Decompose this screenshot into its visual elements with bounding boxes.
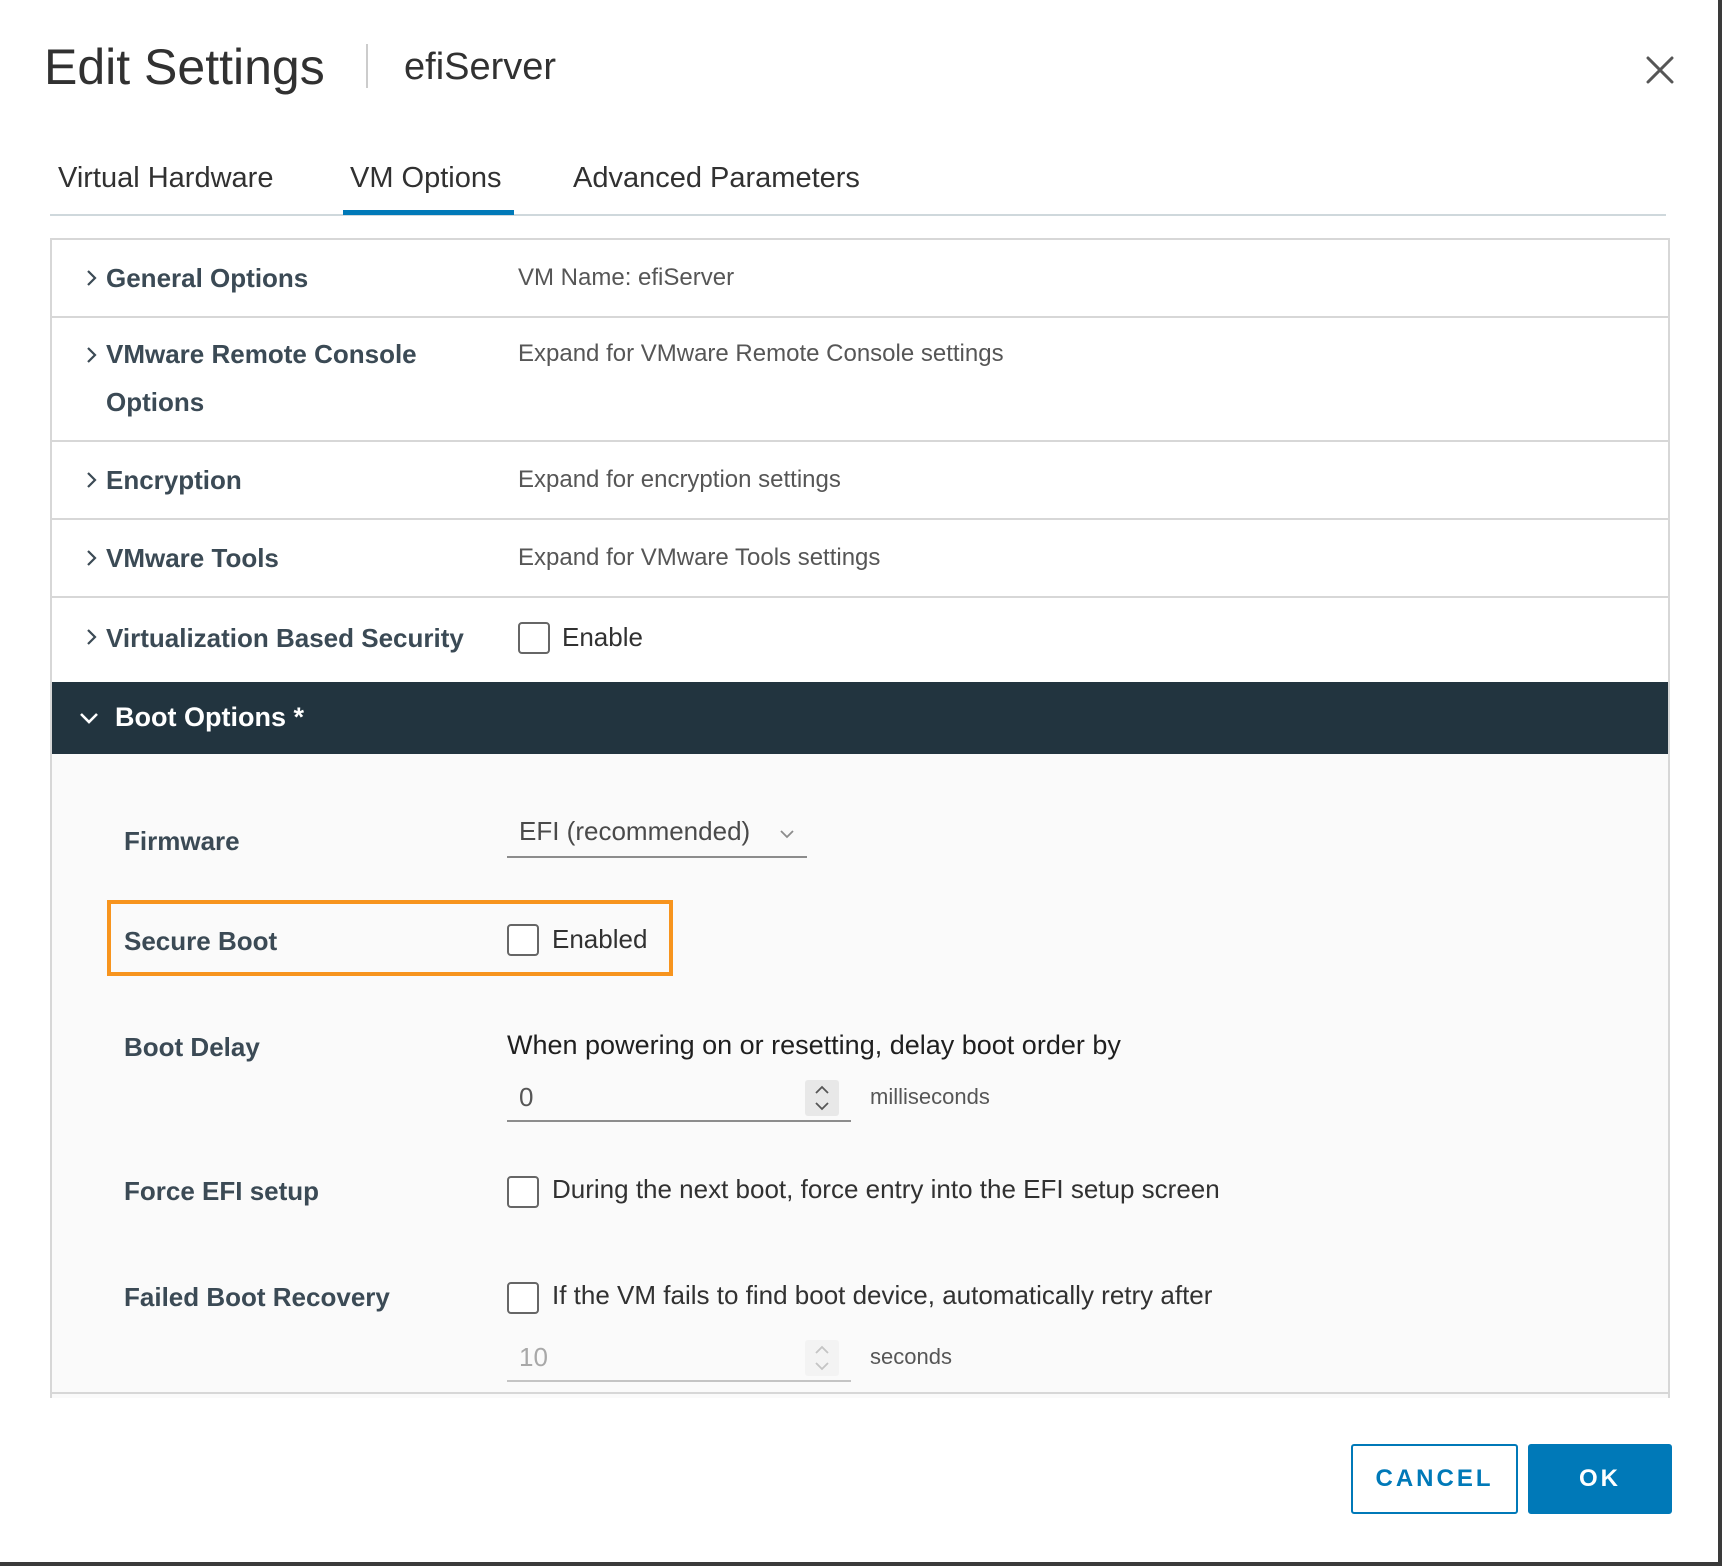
section-label-line1: VMware Remote Console [106,339,417,369]
section-value: Expand for VMware Remote Console setting… [518,340,1004,367]
section-value: VM Name: efiServer [518,264,735,291]
section-encryption[interactable]: Encryption Expand for encryption setting… [52,442,1668,520]
section-label: Virtualization Based Security [106,623,464,653]
section-vbs[interactable]: Virtualization Based Security Enable [52,598,1668,684]
section-value: Expand for VMware Tools settings [518,544,881,571]
chevron-right-icon [87,550,97,566]
boot-delay-unit: milliseconds [870,1084,990,1109]
vm-options-panel: General Options VM Name: efiServer VMwar… [50,238,1670,1398]
boot-options-title: Boot Options * [115,702,304,732]
force-efi-checkbox[interactable] [507,1176,539,1208]
chevron-down-icon [780,830,794,839]
failed-boot-spinner[interactable] [805,1340,839,1376]
secure-boot-checkbox-label: Enabled [552,924,648,954]
firmware-select[interactable]: EFI (recommended) [507,812,807,858]
section-label-line2: Options [106,387,205,417]
section-vmware-tools[interactable]: VMware Tools Expand for VMware Tools set… [52,520,1668,598]
vbs-enable-checkbox[interactable] [518,622,550,654]
force-efi-label: Force EFI setup [124,1176,320,1206]
failed-boot-checkbox[interactable] [507,1282,539,1314]
chevron-right-icon [87,270,97,286]
secure-boot-checkbox[interactable] [507,924,539,956]
chevron-right-icon [87,629,97,645]
vbs-enable-label: Enable [562,622,643,652]
window-edge-right [1718,0,1722,1566]
firmware-label: Firmware [124,826,240,856]
boot-delay-description: When powering on or resetting, delay boo… [507,1030,1121,1060]
tab-bar: Virtual Hardware VM Options Advanced Par… [50,150,1666,216]
section-value: Expand for encryption settings [518,466,841,493]
close-icon[interactable] [1640,50,1680,90]
failed-boot-recovery-label: Failed Boot Recovery [124,1282,390,1312]
failed-boot-unit: seconds [870,1344,952,1369]
panel-bottom-divider [52,1392,1668,1394]
failed-boot-retry-value: 10 [519,1342,548,1372]
section-label: VMware Tools [106,543,279,573]
active-tab-indicator [343,210,514,215]
tab-vm-options[interactable]: VM Options [350,162,502,195]
force-efi-checkbox-label: During the next boot, force entry into t… [552,1174,1220,1204]
chevron-right-icon [87,472,97,488]
spinner-arrows-icon [815,1085,829,1111]
boot-delay-label: Boot Delay [124,1032,260,1062]
section-label: General Options [106,263,309,293]
section-remote-console[interactable]: VMware Remote Console Options Expand for… [52,318,1668,442]
firmware-selected-value: EFI (recommended) [519,816,751,846]
boot-delay-input[interactable]: 0 [507,1076,851,1122]
boot-delay-spinner[interactable] [805,1080,839,1116]
chevron-right-icon [87,347,97,363]
title-divider [366,44,368,88]
failed-boot-checkbox-label: If the VM fails to find boot device, aut… [552,1280,1213,1310]
tab-advanced-parameters[interactable]: Advanced Parameters [573,162,860,195]
failed-boot-retry-input[interactable]: 10 [507,1336,851,1382]
section-boot-options-header[interactable]: Boot Options * [52,682,1668,754]
boot-delay-value: 0 [519,1082,534,1112]
cancel-button[interactable]: CANCEL [1351,1444,1518,1514]
ok-button[interactable]: OK [1528,1444,1672,1514]
spinner-arrows-icon [815,1345,829,1371]
window-edge-bottom [0,1562,1722,1566]
section-label: Encryption [106,465,242,495]
chevron-down-icon [80,713,98,724]
dialog-subtitle: efiServer [404,46,557,88]
section-general-options[interactable]: General Options VM Name: efiServer [52,240,1668,318]
secure-boot-label: Secure Boot [124,926,278,956]
dialog-title: Edit Settings [44,39,325,95]
tab-virtual-hardware[interactable]: Virtual Hardware [58,162,273,195]
